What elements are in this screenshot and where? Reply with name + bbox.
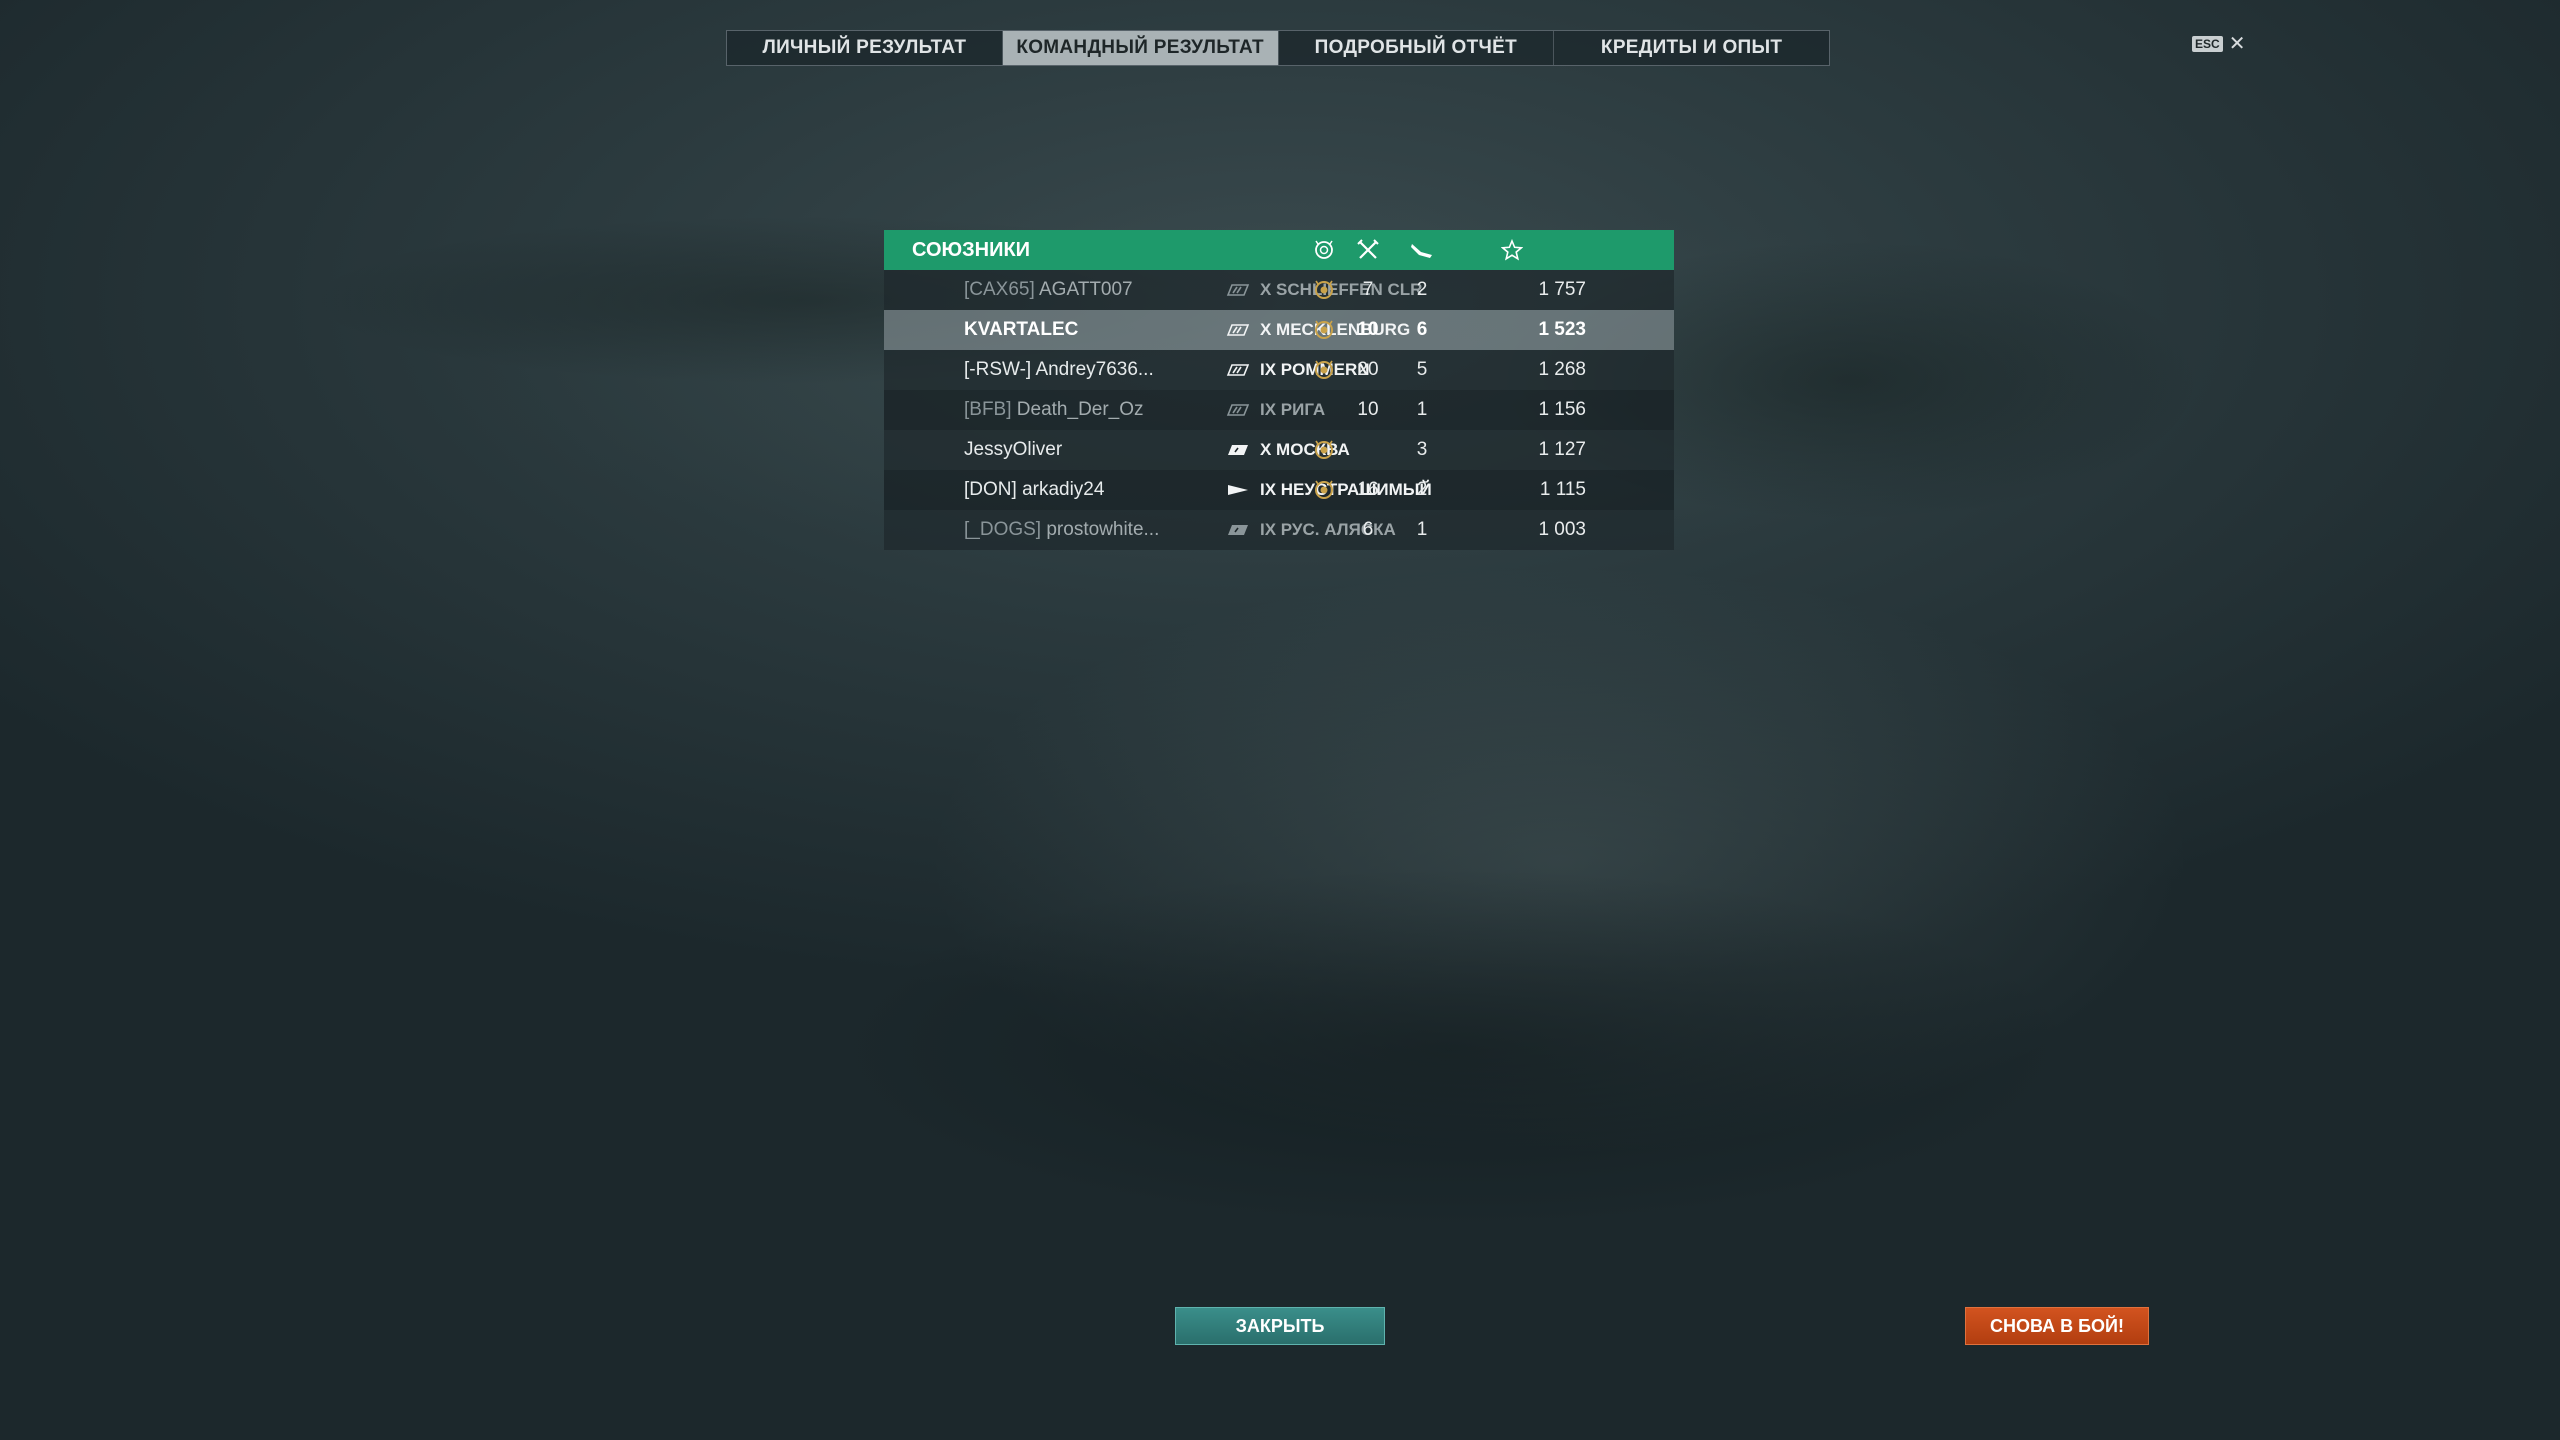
player-name: [BFB] Death_Der_Oz	[964, 390, 1144, 430]
player-nickname: AGATT007	[1039, 279, 1133, 300]
tab-personal-result[interactable]: ЛИЧНЫЙ РЕЗУЛЬТАТ	[727, 31, 1002, 65]
player-nickname: Andrey7636...	[1035, 359, 1154, 380]
kills-value: 6	[1362, 519, 1374, 540]
player-nickname: prostowhite...	[1046, 519, 1160, 540]
planes-value: 3	[1416, 439, 1428, 460]
battleship-icon	[1226, 283, 1250, 297]
player-row[interactable]: [BFB] Death_Der_Oz IX РИГА 10 1 1 156	[884, 390, 1674, 430]
medal-icon	[1309, 350, 1339, 390]
planes-value: 2	[1416, 479, 1428, 500]
battle-again-button[interactable]: СНОВА В БОЙ!	[1965, 1307, 2149, 1345]
xp-value: 1 127	[1538, 439, 1586, 460]
player-row[interactable]: [DON] arkadiy24 IX НЕУСТРАШИМЫЙ 16 2 1 115	[884, 470, 1674, 510]
player-nickname: JessyOliver	[964, 439, 1063, 460]
player-name: [_DOGS] prostowhite...	[964, 510, 1159, 550]
medal-empty	[1309, 510, 1339, 550]
battleship-icon	[1226, 323, 1250, 337]
players-list: [CAX65] AGATT007 X SCHLIEFFEN CLR 7 2 1 757 K…	[884, 270, 1674, 550]
xp-value: 1 156	[1538, 399, 1586, 420]
destroyer-icon	[1226, 483, 1250, 497]
planes-value: 1	[1416, 399, 1428, 420]
player-name: [DON] arkadiy24	[964, 470, 1104, 510]
clan-tag: [CAX65]	[964, 279, 1035, 300]
medal-icon	[1309, 230, 1339, 270]
kills-value: 7	[1362, 279, 1374, 300]
player-nickname: Death_Der_Oz	[1016, 399, 1144, 420]
esc-close-button[interactable]: ESC ✕	[2192, 34, 2245, 54]
player-name: [CAX65] AGATT007	[964, 270, 1133, 310]
planes-value: 1	[1416, 519, 1428, 540]
star-icon	[1492, 230, 1532, 270]
tab-team-result[interactable]: КОМАНДНЫЙ РЕЗУЛЬТАТ	[1001, 31, 1278, 65]
clan-tag: [BFB]	[964, 399, 1012, 420]
medal-icon	[1309, 430, 1339, 470]
medal-icon	[1309, 470, 1339, 510]
cruiser-icon	[1226, 523, 1250, 537]
clan-tag: [_DOGS]	[964, 519, 1042, 540]
player-name: KVARTALEC	[964, 310, 1078, 350]
kills-value: 10	[1357, 319, 1379, 340]
ship-name: X SCHLIEFFEN CLR	[1260, 280, 1423, 299]
xp-value: 1 115	[1539, 479, 1586, 500]
player-nickname: arkadiy24	[1022, 479, 1105, 500]
cruiser-icon	[1226, 443, 1250, 457]
player-name: [-RSW-] Andrey7636...	[964, 350, 1154, 390]
background-scene	[0, 0, 2560, 1440]
player-row[interactable]: KVARTALEC X MECKLENBURG 10 6 1 523	[884, 310, 1674, 350]
kills-value: 10	[1357, 399, 1379, 420]
kills-icon	[1348, 230, 1388, 270]
xp-value: 1 523	[1538, 319, 1586, 340]
planes-value: 5	[1416, 359, 1428, 380]
clan-tag: [DON]	[964, 479, 1017, 500]
xp-value: 1 268	[1538, 359, 1586, 380]
player-row[interactable]: [CAX65] AGATT007 X SCHLIEFFEN CLR 7 2 1 757	[884, 270, 1674, 310]
player-row[interactable]: [_DOGS] prostowhite... IX РУС. АЛЯСКА 6 1 1 …	[884, 510, 1674, 550]
player-row[interactable]: JessyOliver X МОСКВА 3 1 127	[884, 430, 1674, 470]
player-name: JessyOliver	[964, 430, 1062, 470]
allies-panel: СОЮЗНИКИ [CAX65] AGATT007 X SCHLIEFFEN CL…	[884, 230, 1674, 550]
allies-header: СОЮЗНИКИ	[884, 230, 1674, 270]
planes-icon	[1402, 230, 1442, 270]
tab-detailed-report[interactable]: ПОДРОБНЫЙ ОТЧЁТ	[1277, 31, 1554, 65]
medal-empty	[1309, 390, 1339, 430]
kills-value: 20	[1357, 359, 1379, 380]
results-tabs: ЛИЧНЫЙ РЕЗУЛЬТАТ КОМАНДНЫЙ РЕЗУЛЬТАТ ПОД…	[726, 30, 1830, 66]
tab-credits-xp[interactable]: КРЕДИТЫ И ОПЫТ	[1553, 31, 1829, 65]
player-row[interactable]: [-RSW-] Andrey7636... IX POMMERN 20 5 1 268	[884, 350, 1674, 390]
xp-value: 1 003	[1538, 519, 1586, 540]
player-nickname: KVARTALEC	[964, 319, 1079, 340]
planes-value: 2	[1416, 279, 1428, 300]
kills-value: 16	[1357, 479, 1379, 500]
planes-value: 6	[1416, 319, 1428, 340]
esc-key-label: ESC	[2192, 36, 2223, 52]
battleship-icon	[1226, 403, 1250, 417]
medal-icon	[1309, 270, 1339, 310]
close-icon: ✕	[2228, 33, 2246, 55]
battleship-icon	[1226, 363, 1250, 377]
close-button[interactable]: ЗАКРЫТЬ	[1175, 1307, 1385, 1345]
allies-title: СОЮЗНИКИ	[912, 239, 1031, 261]
medal-icon	[1309, 310, 1339, 350]
clan-tag: [-RSW-]	[964, 359, 1032, 380]
xp-value: 1 757	[1538, 279, 1586, 300]
